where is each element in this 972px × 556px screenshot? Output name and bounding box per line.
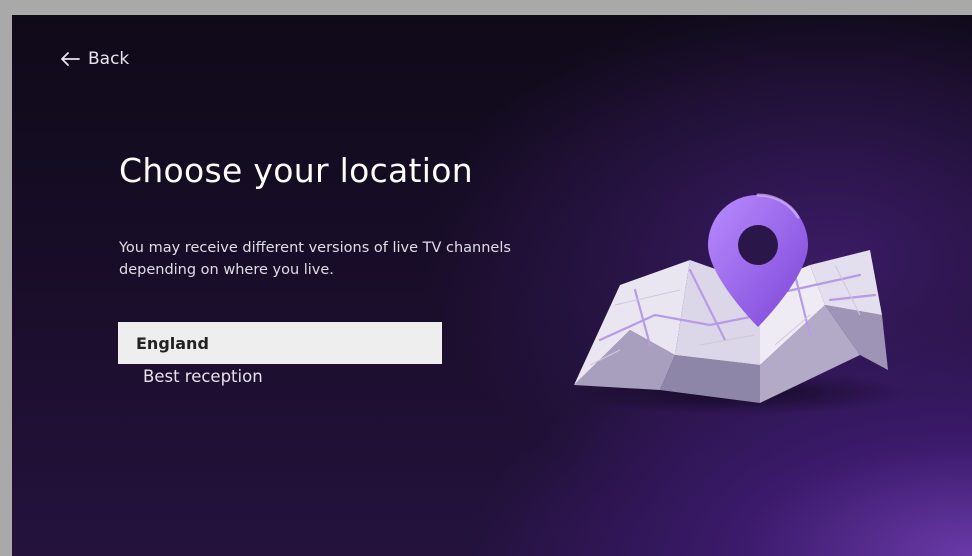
arrow-left-icon: [61, 52, 80, 66]
window-frame: Back Choose your location You may receiv…: [0, 0, 972, 556]
page-description: You may receive different versions of li…: [119, 240, 511, 278]
location-option-selected[interactable]: England: [118, 322, 442, 364]
map-illustration: [570, 193, 910, 415]
tv-screen: Back Choose your location You may receiv…: [12, 15, 972, 556]
page-title: Choose your location: [119, 151, 473, 190]
option-label: England: [136, 333, 209, 353]
location-option[interactable]: Best reception: [143, 367, 263, 386]
option-label: Best reception: [143, 367, 263, 386]
back-button[interactable]: Back: [60, 49, 129, 69]
back-label: Back: [88, 49, 130, 69]
